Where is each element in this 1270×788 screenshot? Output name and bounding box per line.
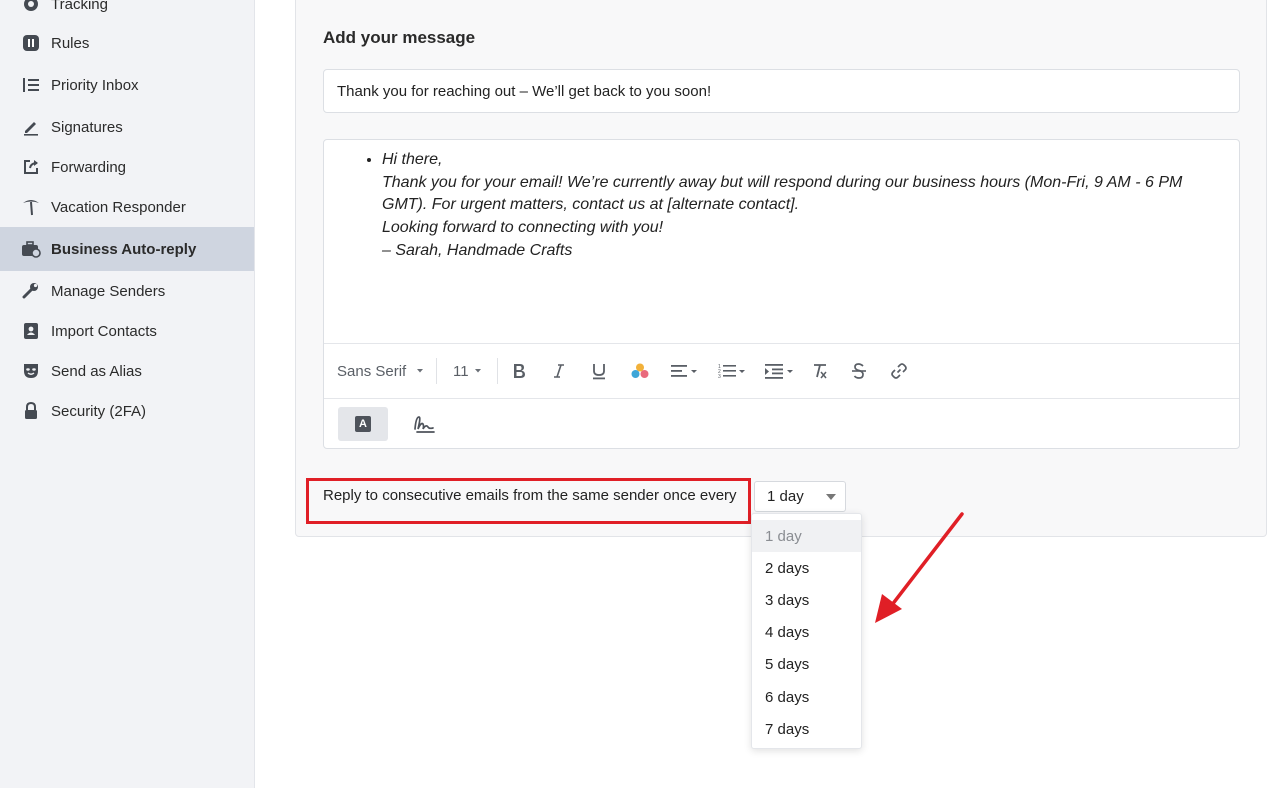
briefcase-clock-icon [20, 238, 42, 260]
caret-down-icon [826, 494, 836, 500]
frequency-dropdown: 1 day 2 days 3 days 4 days 5 days 6 days… [751, 513, 862, 749]
sidebar-item-label: Forwarding [51, 158, 127, 176]
sidebar-item-priority-inbox[interactable]: Priority Inbox [0, 65, 254, 105]
message-line: Hi there, [382, 151, 443, 168]
reply-frequency-select[interactable]: 1 day [754, 481, 846, 512]
sidebar-item-business-auto-reply[interactable]: Business Auto-reply [0, 227, 254, 271]
color-icon [631, 363, 649, 378]
palm-tree-icon [20, 196, 42, 218]
message-body[interactable]: Hi there, Thank you for your email! We’r… [324, 140, 1239, 343]
option-6-days[interactable]: 6 days [752, 681, 861, 713]
option-2-days[interactable]: 2 days [752, 552, 861, 584]
pen-icon [20, 116, 42, 138]
ordered-list-button[interactable]: 123 [718, 344, 746, 398]
chevron-down-icon [417, 369, 424, 373]
option-1-day[interactable]: 1 day [752, 520, 861, 553]
strikethrough-button[interactable] [850, 344, 868, 398]
sidebar-item-send-as-alias[interactable]: Send as Alias [0, 351, 254, 391]
clear-format-button[interactable] [811, 344, 829, 398]
sidebar-item-rules[interactable]: Rules [0, 23, 254, 63]
sidebar-item-label: Vacation Responder [51, 198, 186, 216]
chevron-down-icon [474, 369, 481, 373]
sidebar-item-security-2fa[interactable]: Security (2FA) [0, 391, 254, 431]
strikethrough-icon [852, 363, 866, 379]
sidebar-item-tracking[interactable]: Tracking [0, 0, 254, 24]
ordered-list-icon: 123 [718, 364, 745, 380]
sidebar-item-forwarding[interactable]: Forwarding [0, 147, 254, 187]
message-line: Thank you for your email! We’re currentl… [382, 173, 1183, 191]
mask-icon [20, 360, 42, 382]
option-4-days[interactable]: 4 days [752, 617, 861, 649]
option-5-days[interactable]: 5 days [752, 649, 861, 681]
signature-mode-button[interactable] [412, 412, 438, 436]
sidebar-item-label: Priority Inbox [51, 76, 139, 94]
message-line: – Sarah, Handmade Crafts [382, 241, 573, 259]
subject-input[interactable]: Thank you for reaching out – We’ll get b… [323, 69, 1240, 113]
message-line: Looking forward to connecting with you! [382, 219, 664, 237]
text-color-button[interactable] [630, 344, 650, 398]
forward-share-icon [20, 156, 42, 178]
link-icon [891, 363, 907, 379]
align-button[interactable] [670, 344, 698, 398]
annotation-arrow-icon [875, 512, 964, 623]
link-button[interactable] [890, 344, 908, 398]
editor-toolbar: Sans Serif 11 123 [324, 343, 1239, 399]
signature-icon [414, 416, 435, 433]
font-family-select[interactable]: Sans Serif [337, 344, 424, 398]
clear-format-icon [814, 364, 827, 379]
underline-button[interactable] [590, 344, 608, 398]
sidebar-item-label: Security (2FA) [51, 402, 147, 420]
sidebar: Tracking Rules Priority Inbox Signatures… [0, 0, 255, 788]
font-size-value: 11 [453, 362, 469, 380]
sidebar-item-label: Send as Alias [51, 362, 142, 380]
sidebar-item-label: Tracking [51, 0, 108, 13]
sidebar-item-label: Rules [51, 34, 90, 52]
sidebar-item-label: Manage Senders [51, 282, 166, 300]
sidebar-item-import-contacts[interactable]: Import Contacts [0, 311, 254, 351]
option-3-days[interactable]: 3 days [752, 584, 861, 616]
eye-icon [20, 0, 42, 15]
text-mode-button[interactable]: A [338, 407, 388, 441]
subject-value: Thank you for reaching out – We’ll get b… [337, 82, 712, 100]
priority-list-icon [20, 74, 42, 96]
sidebar-item-label: Import Contacts [51, 322, 157, 340]
message-editor: Hi there, Thank you for your email! We’r… [323, 139, 1240, 449]
sidebar-item-vacation-responder[interactable]: Vacation Responder [0, 187, 254, 227]
indent-button[interactable] [764, 344, 794, 398]
wrench-icon [20, 280, 42, 302]
text-mode-icon: A [355, 416, 371, 432]
italic-icon [554, 364, 564, 378]
font-family-value: Sans Serif [337, 362, 407, 380]
reply-frequency-label: Reply to consecutive emails from the sam… [323, 487, 737, 504]
sidebar-item-label: Signatures [51, 118, 123, 136]
sidebar-item-label: Business Auto-reply [51, 240, 197, 258]
bold-icon [514, 364, 525, 378]
message-line: GMT). For urgent matters, contact us at … [382, 196, 800, 214]
bold-button[interactable] [510, 344, 528, 398]
italic-button[interactable] [550, 344, 568, 398]
font-size-select[interactable]: 11 [453, 344, 482, 398]
underline-icon [593, 364, 605, 380]
toolbar-divider [497, 358, 498, 384]
svg-text:3: 3 [718, 374, 721, 380]
select-value: 1 day [767, 488, 804, 505]
indent-icon [765, 364, 793, 379]
message-list-item: Hi there, Thank you for your email! We’r… [382, 149, 1239, 263]
section-title: Add your message [323, 28, 476, 47]
sidebar-item-signatures[interactable]: Signatures [0, 107, 254, 147]
sidebar-item-manage-senders[interactable]: Manage Senders [0, 271, 254, 311]
align-icon [671, 365, 697, 377]
lock-icon [20, 400, 42, 422]
rules-icon [20, 32, 42, 54]
option-7-days[interactable]: 7 days [752, 713, 861, 745]
editor-mode-row: A [324, 398, 1239, 450]
toolbar-divider [436, 358, 437, 384]
contact-book-icon [20, 320, 42, 342]
